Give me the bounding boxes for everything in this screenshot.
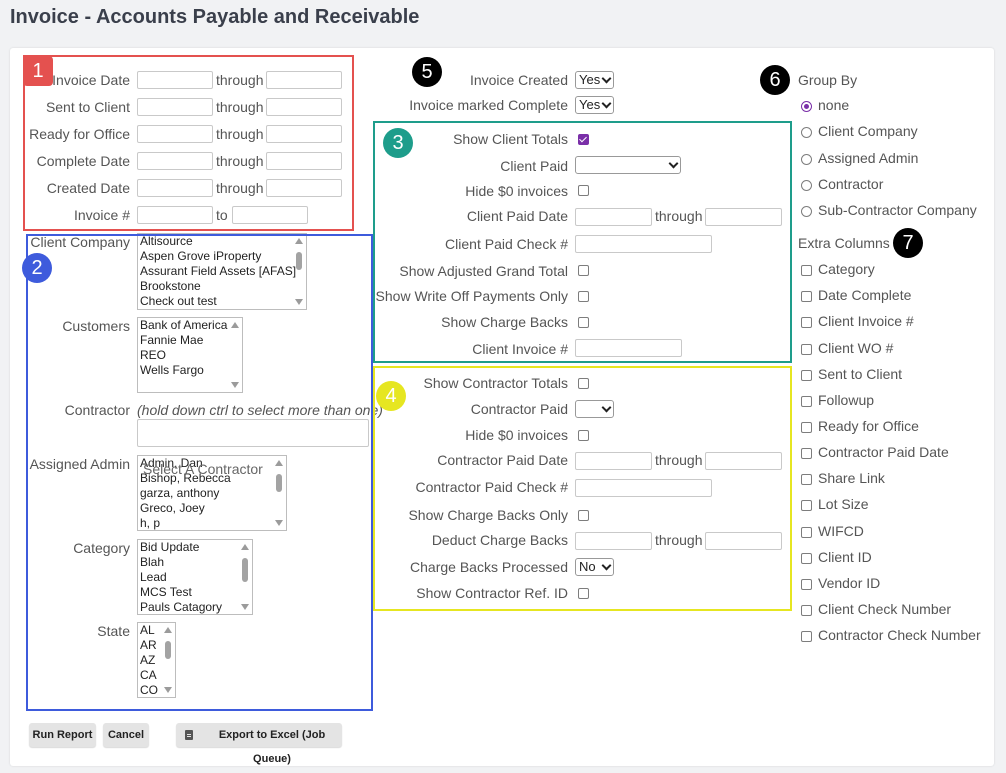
extra-column-label[interactable]: Date Complete: [818, 287, 911, 303]
extra-column-checkbox[interactable]: [801, 553, 812, 564]
extra-column-label[interactable]: Client ID: [818, 549, 872, 565]
extra-column-label[interactable]: Ready for Office: [818, 418, 919, 434]
annotation-box-1: [23, 55, 354, 231]
extra-column-checkbox[interactable]: [801, 527, 812, 538]
extra-column-checkbox[interactable]: [801, 344, 812, 355]
chevron-down-icon: [601, 98, 612, 109]
annotation-box-3: [373, 121, 792, 363]
extra-column-checkbox[interactable]: [801, 396, 812, 407]
extra-column-checkbox[interactable]: [801, 474, 812, 485]
export-excel-label: Export to Excel (Job Queue): [218, 729, 326, 765]
group-by-none-radio[interactable]: [801, 101, 812, 112]
invoice-marked-complete-label: Invoice marked Complete: [409, 97, 568, 113]
extra-column-label[interactable]: Followup: [818, 392, 874, 408]
annotation-box-4: [373, 366, 792, 611]
extra-column-label[interactable]: Contractor Check Number: [818, 627, 981, 643]
invoice-created-label: Invoice Created: [469, 72, 568, 88]
badge-2: 2: [22, 253, 52, 283]
badge-7: 7: [893, 228, 923, 258]
extra-column-checkbox[interactable]: [801, 265, 812, 276]
badge-4: 4: [376, 381, 406, 411]
badge-6: 6: [760, 65, 790, 95]
extra-column-checkbox[interactable]: [801, 579, 812, 590]
page-title: Invoice - Accounts Payable and Receivabl…: [10, 6, 420, 28]
extra-column-checkbox[interactable]: [801, 448, 812, 459]
annotation-box-2: [26, 234, 373, 711]
extra-column-checkbox[interactable]: [801, 291, 812, 302]
extra-column-checkbox[interactable]: [801, 317, 812, 328]
extra-column-label[interactable]: Sent to Client: [818, 366, 902, 382]
document-icon: [185, 730, 193, 740]
group-by-none-label[interactable]: none: [818, 97, 849, 113]
extra-column-checkbox[interactable]: [801, 500, 812, 511]
group-by-contractor-radio[interactable]: [801, 180, 812, 191]
group-by-sub-contractor-label[interactable]: Sub-Contractor Company: [818, 202, 977, 218]
cancel-button[interactable]: Cancel: [103, 723, 149, 747]
badge-1: 1: [23, 56, 53, 86]
group-by-client-company-label[interactable]: Client Company: [818, 123, 918, 139]
extra-column-checkbox[interactable]: [801, 631, 812, 642]
badge-5: 5: [412, 57, 442, 87]
extra-column-label[interactable]: Lot Size: [818, 496, 869, 512]
badge-3: 3: [383, 128, 413, 158]
extra-columns-title: Extra Columns: [798, 235, 890, 251]
extra-column-label[interactable]: Client WO #: [818, 340, 893, 356]
extra-column-label[interactable]: Share Link: [818, 470, 885, 486]
invoice-created-select[interactable]: Yes: [575, 71, 614, 89]
chevron-down-icon: [601, 73, 612, 84]
group-by-sub-contractor-radio[interactable]: [801, 206, 812, 217]
extra-column-checkbox[interactable]: [801, 370, 812, 381]
extra-column-label[interactable]: Client Check Number: [818, 601, 951, 617]
group-by-assigned-admin-radio[interactable]: [801, 154, 812, 165]
group-by-title: Group By: [798, 72, 858, 88]
extra-column-label[interactable]: Client Invoice #: [818, 313, 914, 329]
export-excel-button[interactable]: Export to Excel (Job Queue): [176, 723, 342, 765]
extra-column-checkbox[interactable]: [801, 422, 812, 433]
group-by-assigned-admin-label[interactable]: Assigned Admin: [818, 150, 918, 166]
extra-column-label[interactable]: Vendor ID: [818, 575, 880, 591]
group-by-client-company-radio[interactable]: [801, 127, 812, 138]
extra-column-label[interactable]: Contractor Paid Date: [818, 444, 949, 460]
extra-column-label[interactable]: Category: [818, 261, 875, 277]
group-by-contractor-label[interactable]: Contractor: [818, 176, 883, 192]
extra-column-checkbox[interactable]: [801, 605, 812, 616]
extra-column-label[interactable]: WIFCD: [818, 523, 864, 539]
run-report-button[interactable]: Run Report: [29, 723, 96, 747]
invoice-marked-complete-select[interactable]: Yes: [575, 96, 614, 114]
